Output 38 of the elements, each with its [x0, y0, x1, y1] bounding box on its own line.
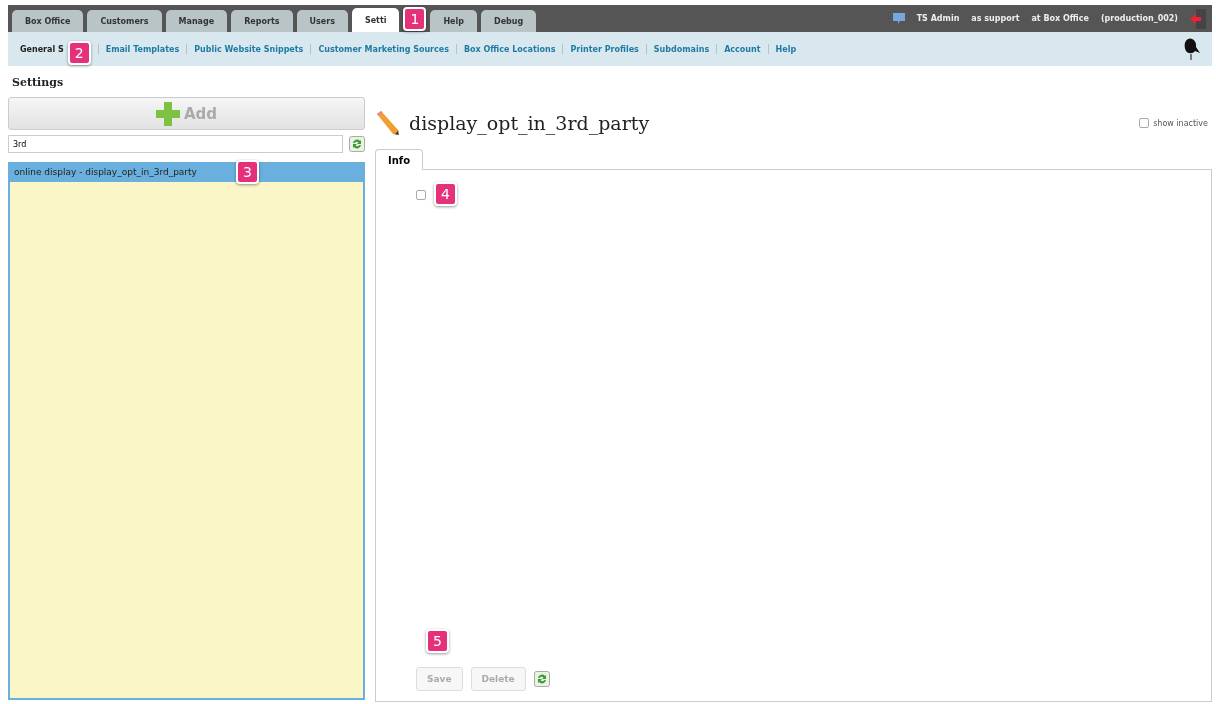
bird-icon	[1182, 37, 1200, 61]
settings-link[interactable]: Box Office Locations	[463, 44, 556, 54]
callout-badge: 4	[434, 182, 457, 206]
callout-badge: 5	[426, 629, 449, 653]
nav-tab[interactable]: Users	[296, 10, 348, 32]
callout-badge: 1	[403, 6, 427, 31]
settings-link[interactable]: General S	[20, 44, 64, 54]
plus-icon	[155, 101, 180, 126]
nav-tab[interactable]: Setti	[351, 8, 400, 32]
settings-link[interactable]: Help	[775, 44, 797, 54]
logout-icon[interactable]	[1190, 8, 1206, 29]
info-tab[interactable]: Info	[375, 149, 424, 170]
nav-tab[interactable]: Customers	[87, 10, 162, 32]
user-info-text: as support	[971, 14, 1020, 23]
callout-badge: 3	[236, 160, 259, 184]
page-title: Settings	[11, 75, 65, 91]
nav-tab[interactable]: Box Office	[12, 10, 84, 32]
search-field[interactable]: 3rd	[8, 135, 343, 153]
user-info-text: (production_002)	[1100, 14, 1178, 23]
pencil-icon	[375, 110, 401, 136]
nav-tab[interactable]: Debug	[481, 10, 537, 32]
nav-tab[interactable]: Manage	[165, 10, 228, 32]
refresh-icon[interactable]	[533, 671, 550, 687]
settings-link[interactable]: Customer Marketing Sources	[318, 44, 449, 54]
settings-link[interactable]: Printer Profiles	[570, 44, 639, 54]
settings-link[interactable]: Subdomains	[653, 44, 710, 54]
nav-tab[interactable]: Reports	[231, 10, 293, 32]
chat-icon	[892, 13, 905, 24]
settings-link[interactable]: Public Website Snippets	[194, 44, 304, 54]
refresh-icon[interactable]	[349, 136, 365, 152]
callout-badge: 2	[67, 41, 91, 65]
settings-link[interactable]: Account	[724, 44, 761, 54]
settings-link[interactable]: Email Templates	[105, 44, 180, 54]
user-info-text: TS Admin	[916, 14, 960, 23]
nav-tab[interactable]: Help	[430, 10, 477, 32]
setting-checkbox[interactable]	[416, 190, 426, 200]
setting-title: display_opt_in_3rd_party	[409, 112, 650, 134]
user-info-text: at Box Office	[1031, 14, 1089, 23]
